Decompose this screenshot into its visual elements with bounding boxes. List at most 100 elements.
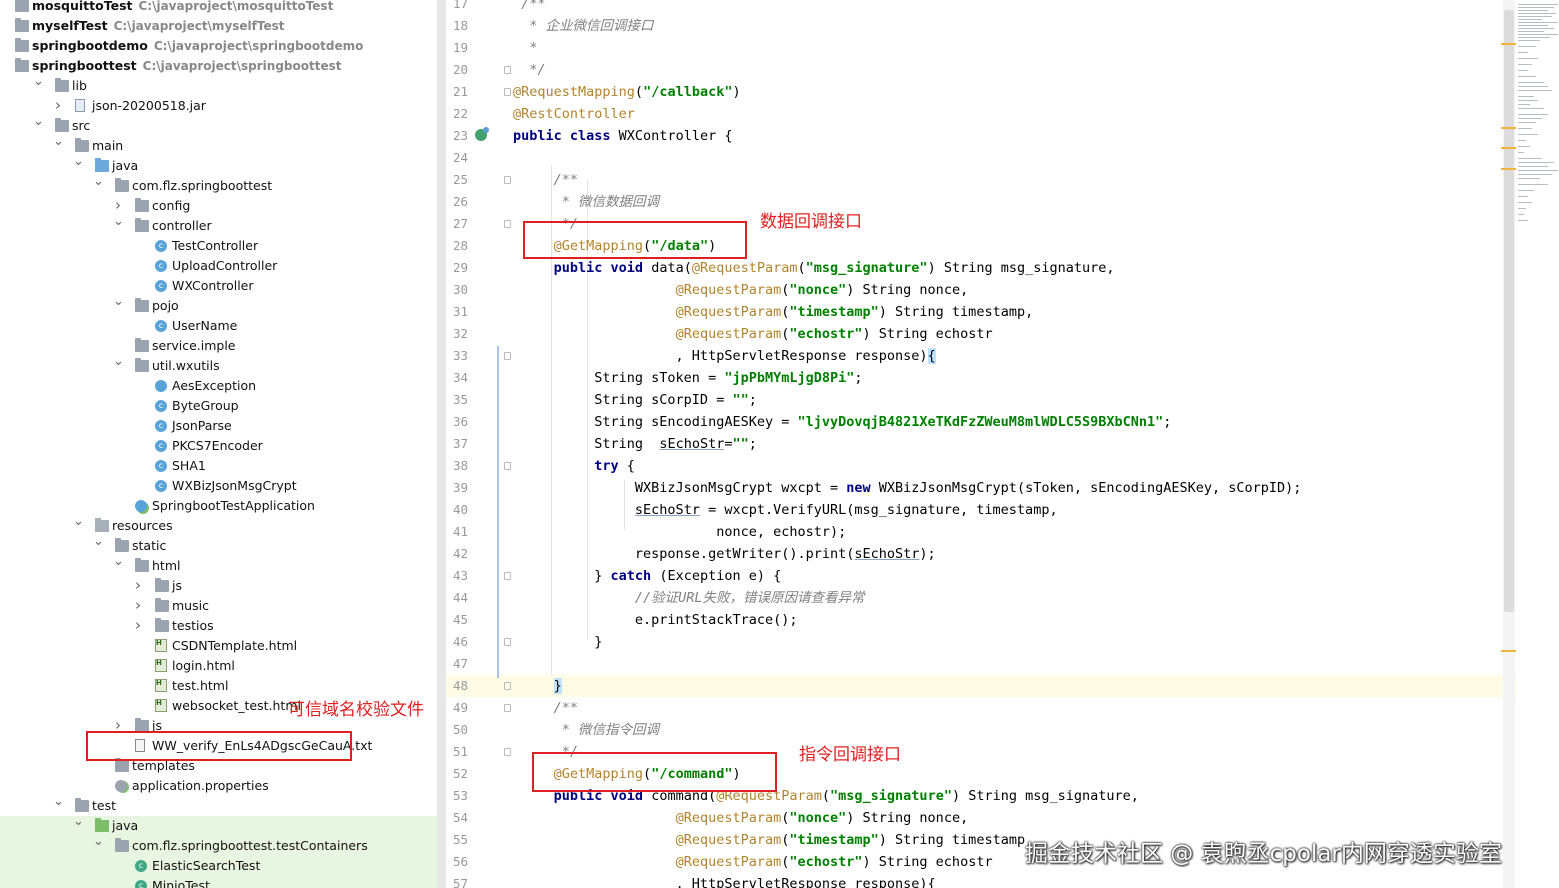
code-line[interactable]: 41 nonce, echostr); bbox=[446, 521, 1516, 543]
code-line[interactable]: 32 @RequestParam("echostr") String echos… bbox=[446, 323, 1516, 345]
expand-arrow-icon[interactable]: ⌄ bbox=[73, 812, 84, 832]
tree-item[interactable]: ⌄ test bbox=[0, 794, 437, 816]
tree-item[interactable]: c PKCS7Encoder bbox=[0, 436, 437, 456]
code-line[interactable]: 17 /** bbox=[446, 0, 1516, 15]
tree-item[interactable]: ⌄ com.flz.springboottest bbox=[0, 174, 437, 196]
tree-item[interactable]: login.html bbox=[0, 653, 437, 676]
tree-item[interactable]: SpringbootTestApplication bbox=[0, 496, 437, 516]
tree-item[interactable]: ⌄ lib bbox=[0, 74, 437, 96]
tree-item[interactable]: ⌄ java bbox=[0, 154, 437, 176]
code-line[interactable]: 39 WXBizJsonMsgCrypt wxcpt = new WXBizJs… bbox=[446, 477, 1516, 499]
expand-arrow-icon[interactable]: ⌄ bbox=[113, 292, 124, 312]
tree-item[interactable]: test.html bbox=[0, 673, 437, 696]
collapse-arrow-icon[interactable]: › bbox=[133, 575, 143, 595]
tree-item[interactable]: ⌄ pojo bbox=[0, 294, 437, 316]
collapse-arrow-icon[interactable]: › bbox=[133, 595, 143, 615]
code-line[interactable]: 30 @RequestParam("nonce") String nonce, bbox=[446, 279, 1516, 301]
fold-marker-icon[interactable] bbox=[504, 572, 511, 580]
tree-item[interactable]: application.properties bbox=[0, 776, 437, 796]
panel-splitter[interactable] bbox=[437, 0, 446, 888]
code-line[interactable]: 18 * 企业微信回调接口 bbox=[446, 15, 1516, 37]
tree-item[interactable]: c SHA1 bbox=[0, 456, 437, 476]
tree-item[interactable]: mosquittoTest C:\javaproject\mosquittoTes… bbox=[0, 0, 437, 16]
tree-item[interactable]: c WXController bbox=[0, 276, 437, 296]
code-line[interactable]: 43 } catch (Exception e) { bbox=[446, 565, 1516, 587]
tree-item[interactable]: ⌄ com.flz.springboottest.testContainers bbox=[0, 834, 437, 856]
expand-arrow-icon[interactable]: ⌄ bbox=[93, 532, 104, 552]
code-line[interactable]: 54 @RequestParam("nonce") String nonce, bbox=[446, 807, 1516, 829]
tree-item[interactable]: c UploadController bbox=[0, 256, 437, 276]
code-line[interactable]: 42 response.getWriter().print(sEchoStr); bbox=[446, 543, 1516, 565]
code-line[interactable]: 20 */ bbox=[446, 59, 1516, 81]
fold-marker-icon[interactable] bbox=[504, 220, 511, 228]
tree-item[interactable]: c ElasticSearchTest bbox=[0, 856, 437, 876]
code-line[interactable]: 23 public class WXController { bbox=[446, 125, 1516, 147]
fold-marker-icon[interactable] bbox=[504, 176, 511, 184]
fold-marker-icon[interactable] bbox=[504, 66, 511, 74]
code-line[interactable]: 19 * bbox=[446, 37, 1516, 59]
scrollbar-thumb[interactable] bbox=[1504, 10, 1514, 612]
code-line[interactable]: 44 //验证URL失败，错误原因请查看异常 bbox=[446, 587, 1516, 609]
code-line[interactable]: 46 } bbox=[446, 631, 1516, 653]
code-line[interactable]: 57 , HttpServletResponse response){ bbox=[446, 873, 1516, 888]
code-line[interactable]: 38 try { bbox=[446, 455, 1516, 477]
tree-item[interactable]: › music bbox=[0, 596, 437, 616]
tree-item[interactable]: › json-20200518.jar bbox=[0, 96, 437, 116]
fold-marker-icon[interactable] bbox=[504, 748, 511, 756]
code-line[interactable]: 49 /** bbox=[446, 697, 1516, 719]
tree-item[interactable]: service.imple bbox=[0, 336, 437, 356]
tree-item[interactable]: c JsonParse bbox=[0, 416, 437, 436]
code-line[interactable]: 25 /** bbox=[446, 169, 1516, 191]
expand-arrow-icon[interactable]: ⌄ bbox=[73, 512, 84, 532]
code-line[interactable]: 34 String sToken = "jpPbMYmLjgD8Pi"; bbox=[446, 367, 1516, 389]
code-line[interactable]: 26 * 微信数据回调 bbox=[446, 191, 1516, 213]
code-line[interactable]: 22 @RestController bbox=[446, 103, 1516, 125]
collapse-arrow-icon[interactable]: › bbox=[133, 615, 143, 635]
code-line[interactable]: 21 @RequestMapping("/callback") bbox=[446, 81, 1516, 103]
code-line[interactable]: 36 String sEncodingAESKey = "ljvyDovqjB4… bbox=[446, 411, 1516, 433]
tree-item[interactable]: springbootdemo C:\javaproject\springbootd… bbox=[0, 36, 437, 56]
tree-item[interactable]: AesException bbox=[0, 376, 437, 396]
expand-arrow-icon[interactable]: ⌄ bbox=[113, 552, 124, 572]
tree-item[interactable]: ⌄ static bbox=[0, 534, 437, 556]
code-line[interactable]: 29 public void data(@RequestParam("msg_s… bbox=[446, 257, 1516, 279]
fold-marker-icon[interactable] bbox=[504, 462, 511, 470]
collapse-arrow-icon[interactable]: › bbox=[53, 95, 63, 115]
expand-arrow-icon[interactable]: ⌄ bbox=[93, 172, 104, 192]
code-line[interactable]: 33 , HttpServletResponse response){ bbox=[446, 345, 1516, 367]
fold-marker-icon[interactable] bbox=[504, 88, 511, 96]
spring-bean-gutter-icon[interactable] bbox=[475, 127, 489, 141]
tree-item[interactable]: ⌄ util.wxutils bbox=[0, 354, 437, 376]
code-line[interactable]: 31 @RequestParam("timestamp") String tim… bbox=[446, 301, 1516, 323]
tree-item[interactable]: CSDNTemplate.html bbox=[0, 633, 437, 656]
code-line[interactable]: 45 e.printStackTrace(); bbox=[446, 609, 1516, 631]
tree-item[interactable]: myselfTest C:\javaproject\myselfTest bbox=[0, 16, 437, 36]
tree-item[interactable]: ⌄ main bbox=[0, 134, 437, 156]
expand-arrow-icon[interactable]: ⌄ bbox=[33, 72, 44, 92]
tree-item[interactable]: › testios bbox=[0, 616, 437, 636]
expand-arrow-icon[interactable]: ⌄ bbox=[33, 112, 44, 132]
tree-item[interactable]: c WXBizJsonMsgCrypt bbox=[0, 476, 437, 496]
code-line[interactable]: 40 sEchoStr = wxcpt.VerifyURL(msg_signat… bbox=[446, 499, 1516, 521]
tree-item[interactable]: ⌄springboottestC:\javaproject\springboot… bbox=[0, 54, 437, 76]
fold-marker-icon[interactable] bbox=[504, 638, 511, 646]
expand-arrow-icon[interactable]: ⌄ bbox=[73, 152, 84, 172]
tree-item[interactable]: ⌄ resources bbox=[0, 514, 437, 536]
code-line[interactable]: 35 String sCorpID = ""; bbox=[446, 389, 1516, 411]
fold-marker-icon[interactable] bbox=[504, 682, 511, 690]
fold-marker-icon[interactable] bbox=[504, 352, 511, 360]
tree-item[interactable]: ⌄ java bbox=[0, 814, 437, 836]
expand-arrow-icon[interactable]: ⌄ bbox=[93, 832, 104, 852]
fold-marker-icon[interactable] bbox=[504, 704, 511, 712]
tree-item[interactable]: c TestController bbox=[0, 236, 437, 256]
expand-arrow-icon[interactable]: ⌄ bbox=[113, 352, 124, 372]
tree-item[interactable]: c ByteGroup bbox=[0, 396, 437, 416]
expand-arrow-icon[interactable]: ⌄ bbox=[113, 212, 124, 232]
code-line[interactable]: 24 bbox=[446, 147, 1516, 169]
tree-item[interactable]: ⌄ controller bbox=[0, 214, 437, 236]
tree-item[interactable]: ⌄ html bbox=[0, 554, 437, 576]
code-line[interactable]: 50 * 微信指令回调 bbox=[446, 719, 1516, 741]
tree-item[interactable]: ⌄ src bbox=[0, 114, 437, 136]
tree-item[interactable]: c MinioTest bbox=[0, 876, 437, 888]
tree-item[interactable]: › config bbox=[0, 196, 437, 216]
